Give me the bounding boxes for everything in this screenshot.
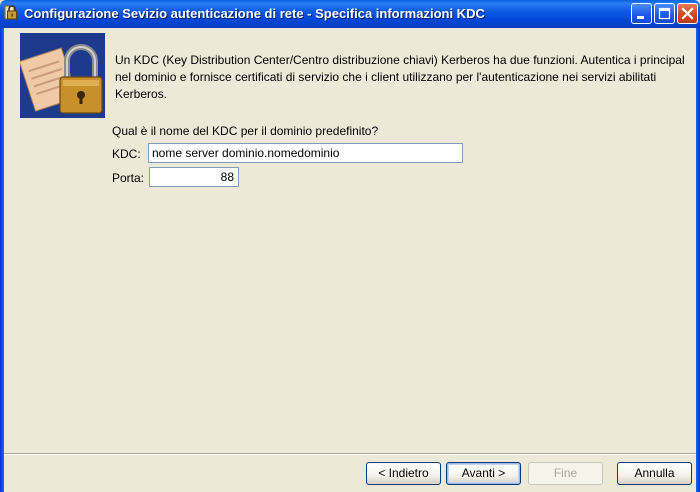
finish-button[interactable]: Fine <box>528 462 603 485</box>
maximize-button[interactable] <box>654 3 675 24</box>
minimize-icon <box>637 16 644 19</box>
cancel-button[interactable]: Annulla <box>617 462 692 485</box>
window-title: Configurazione Sevizio autenticazione di… <box>24 6 485 21</box>
next-button[interactable]: Avanti > <box>446 462 521 485</box>
title-bar[interactable]: Configurazione Sevizio autenticazione di… <box>0 0 700 28</box>
port-label: Porta: <box>112 171 145 185</box>
kdc-field[interactable]: nome server dominio.nomedominio <box>148 143 463 163</box>
back-button[interactable]: < Indietro <box>366 462 441 485</box>
wizard-window: Configurazione Sevizio autenticazione di… <box>0 0 700 492</box>
intro-text: Un KDC (Key Distribution Center/Centro d… <box>115 53 685 101</box>
port-field[interactable]: 88 <box>149 167 239 187</box>
key-lock-icon <box>4 5 20 22</box>
minimize-button[interactable] <box>631 3 652 24</box>
kdc-label: KDC: <box>112 147 141 161</box>
padlock-certificate-icon <box>18 33 105 118</box>
close-icon <box>681 7 694 20</box>
close-button[interactable] <box>677 3 698 24</box>
maximize-icon <box>658 7 671 20</box>
kdc-question: Qual è il nome del KDC per il dominio pr… <box>112 124 379 138</box>
separator <box>4 453 696 455</box>
window-frame-right <box>696 28 700 492</box>
window-frame-left <box>0 28 4 492</box>
